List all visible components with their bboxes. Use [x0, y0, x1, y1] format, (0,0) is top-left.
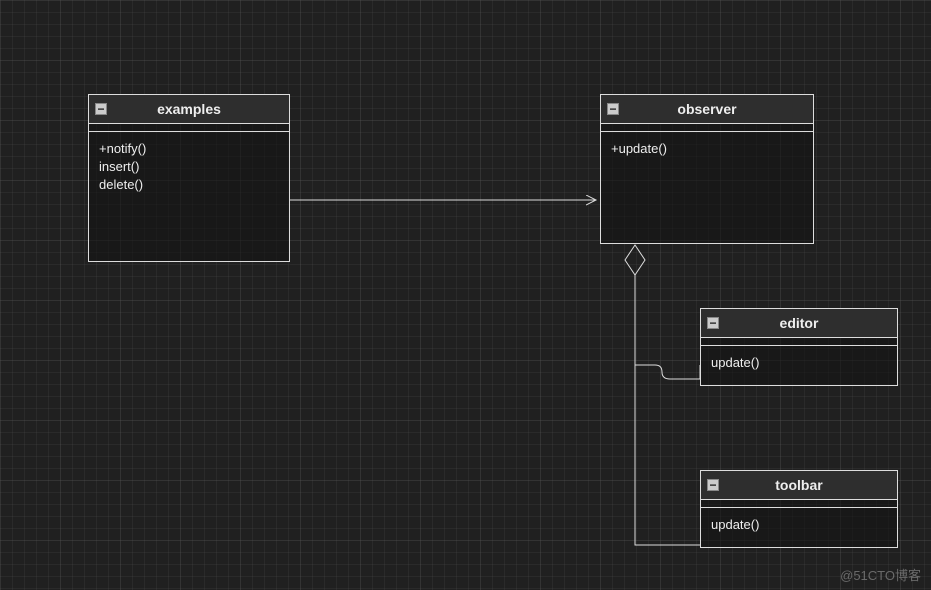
agg-to-editor	[635, 365, 700, 379]
class-examples[interactable]: − examples +notify() insert() delete()	[88, 94, 290, 262]
method: update()	[711, 516, 887, 534]
method: insert()	[99, 158, 279, 176]
title-text: examples	[157, 101, 221, 117]
method: +update()	[611, 140, 803, 158]
class-examples-methods: +notify() insert() delete()	[89, 132, 289, 261]
class-editor-title: − editor	[701, 309, 897, 338]
class-observer-attrs	[601, 124, 813, 132]
method: update()	[711, 354, 887, 372]
watermark: @51CTO博客	[840, 565, 921, 584]
collapse-icon[interactable]: −	[607, 103, 619, 115]
class-examples-title: − examples	[89, 95, 289, 124]
title-text: observer	[677, 101, 736, 117]
class-observer-title: − observer	[601, 95, 813, 124]
agg-trunk	[635, 275, 700, 545]
class-editor[interactable]: − editor update()	[700, 308, 898, 386]
method: delete()	[99, 176, 279, 194]
class-editor-methods: update()	[701, 346, 897, 385]
title-text: editor	[780, 315, 819, 331]
class-examples-attrs	[89, 124, 289, 132]
collapse-icon[interactable]: −	[707, 479, 719, 491]
class-observer-methods: +update()	[601, 132, 813, 243]
collapse-icon[interactable]: −	[95, 103, 107, 115]
class-editor-attrs	[701, 338, 897, 346]
class-toolbar[interactable]: − toolbar update()	[700, 470, 898, 548]
class-toolbar-attrs	[701, 500, 897, 508]
method: +notify()	[99, 140, 279, 158]
title-text: toolbar	[775, 477, 822, 493]
aggregation-diamond-icon	[625, 245, 645, 275]
collapse-icon[interactable]: −	[707, 317, 719, 329]
class-observer[interactable]: − observer +update()	[600, 94, 814, 244]
class-toolbar-methods: update()	[701, 508, 897, 547]
class-toolbar-title: − toolbar	[701, 471, 897, 500]
